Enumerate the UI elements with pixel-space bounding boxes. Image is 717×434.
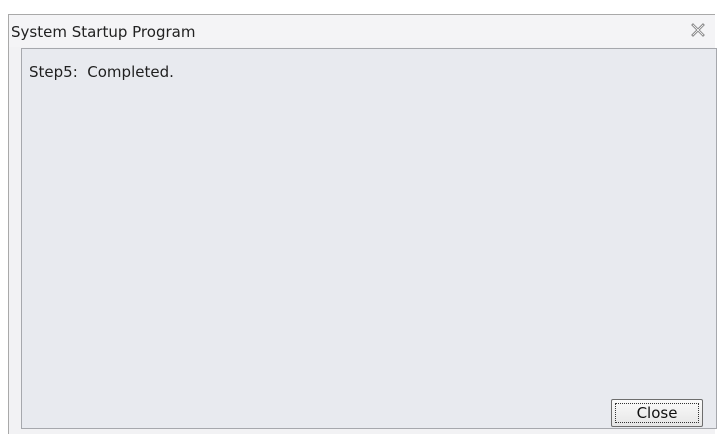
- page: System Startup Program Step5: Completed.…: [0, 0, 717, 434]
- close-button[interactable]: Close: [611, 399, 703, 427]
- close-button-label: Close: [615, 403, 699, 423]
- close-x-icon[interactable]: [689, 21, 707, 39]
- dialog-window: System Startup Program Step5: Completed.…: [8, 14, 717, 434]
- dialog-content-panel: Step5: Completed. Close: [21, 48, 717, 429]
- window-title: System Startup Program: [11, 23, 196, 41]
- status-text: Step5: Completed.: [29, 63, 174, 81]
- title-bar: System Startup Program: [9, 15, 715, 47]
